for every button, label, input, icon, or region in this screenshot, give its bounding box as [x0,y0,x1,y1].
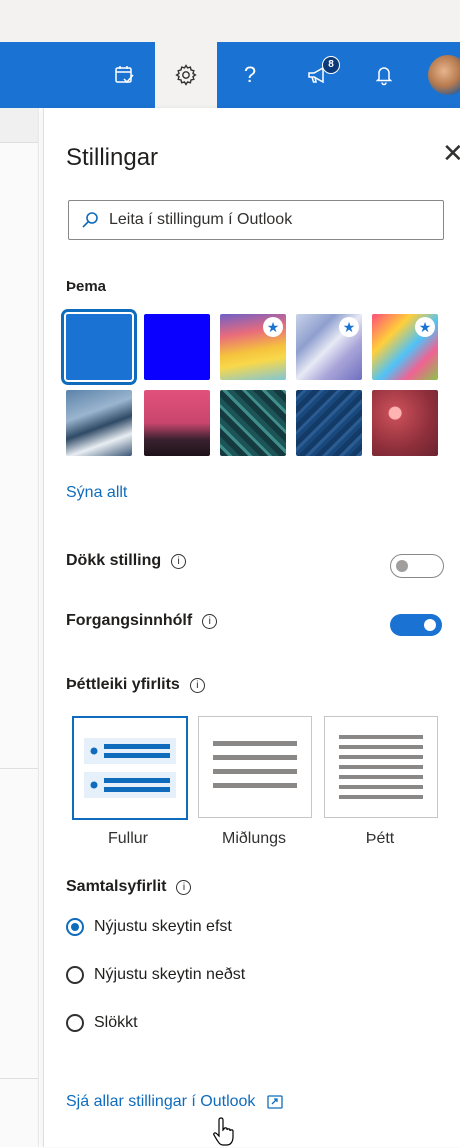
info-icon[interactable]: i [171,553,187,569]
outlook-app-bar: ? 8 [0,42,460,108]
conversation-view-text: Samtalsyfirlit [66,878,167,895]
theme-swatch-mountain[interactable] [66,390,132,456]
info-icon[interactable]: i [202,613,218,629]
open-external-icon [267,1095,284,1109]
density-medium-icon [213,741,297,788]
settings-button[interactable] [155,42,217,108]
theme-swatch-royal-blue[interactable] [144,314,210,380]
calendar-check-icon [115,66,134,84]
radio-label: Slökkt [94,1014,138,1031]
radio-newest-on-top[interactable]: Nýjustu skeytin efst [66,918,232,936]
settings-title: Stillingar [66,144,159,171]
radio-label: Nýjustu skeytin neðst [94,966,246,983]
density-label-full: Fullur [107,830,148,847]
settings-search-box[interactable] [68,200,444,240]
mail-list-header-band [0,108,38,143]
theme-swatch-ribbons[interactable]: ★ [296,314,362,380]
theme-swatch-palms[interactable] [144,390,210,456]
theme-swatch-bokeh[interactable] [372,390,438,456]
theme-swatch-circuit[interactable] [220,390,286,456]
focused-inbox-label: Forgangsinnhólf i [66,612,218,630]
toggle-knob [396,560,408,572]
divider [0,1078,38,1079]
premium-star-icon: ★ [263,317,283,337]
radio-newest-on-bottom[interactable]: Nýjustu skeytin neðst [66,966,245,984]
density-full-icon [84,738,176,798]
theme-swatch-blueprint[interactable] [296,390,362,456]
toggle-knob [424,619,436,631]
density-label: Þéttleiki yfirlits i [66,676,205,694]
focused-inbox-text: Forgangsinnhólf [66,612,193,629]
radio-selected-icon [66,918,84,936]
theme-swatch-blue[interactable] [61,309,137,385]
density-option-full[interactable] [72,716,188,820]
close-icon[interactable]: ✕ [442,138,460,169]
view-all-settings-link[interactable]: Sjá allar stillingar í Outlook [66,1093,284,1111]
dark-mode-text: Dökk stilling [66,552,162,569]
notification-count-badge: 8 [322,56,340,74]
premium-star-icon: ★ [415,317,435,337]
radio-unselected-icon [66,1014,84,1032]
settings-panel: Stillingar ✕ Þema ★ ★ ★ Sýna allt Dökk s… [43,108,460,1147]
my-day-button[interactable] [96,42,152,108]
theme-swatch-unicorn[interactable]: ★ [372,314,438,380]
browser-top-strip [0,0,460,42]
focused-inbox-toggle[interactable] [390,614,442,636]
theme-section-label: Þema [66,278,107,295]
notifications-button[interactable] [356,42,412,108]
view-all-settings-text[interactable]: Sjá allar stillingar í Outlook [66,1093,255,1111]
search-icon [82,212,98,228]
help-button[interactable]: ? [222,42,278,108]
search-input[interactable] [107,210,431,230]
density-option-compact[interactable] [324,716,438,818]
divider [0,768,38,769]
hand-cursor-icon [213,1117,234,1146]
theme-swatch-sunrise[interactable]: ★ [220,314,286,380]
density-option-medium[interactable] [198,716,312,818]
radio-unselected-icon [66,966,84,984]
avatar[interactable] [428,55,460,95]
show-all-themes-link[interactable]: Sýna allt [66,484,127,502]
density-text: Þéttleiki yfirlits [66,676,180,693]
radio-off[interactable]: Slökkt [66,1014,138,1032]
premium-star-icon: ★ [339,317,359,337]
info-icon[interactable]: i [189,677,205,693]
density-compact-icon [339,735,423,799]
density-label-medium: Miðlungs [221,830,287,847]
help-icon: ? [243,62,257,87]
radio-label: Nýjustu skeytin efst [94,918,232,935]
info-icon[interactable]: i [176,879,192,895]
density-label-compact: Þétt [365,830,395,847]
dark-mode-toggle[interactable] [390,554,444,578]
whats-new-button[interactable]: 8 [290,42,346,108]
conversation-view-label: Samtalsyfirlit i [66,878,192,896]
settings-gear-icon [175,64,197,86]
dark-mode-label: Dökk stilling i [66,552,187,570]
mail-list-pane-edge [0,108,39,1147]
bell-icon [375,67,393,86]
